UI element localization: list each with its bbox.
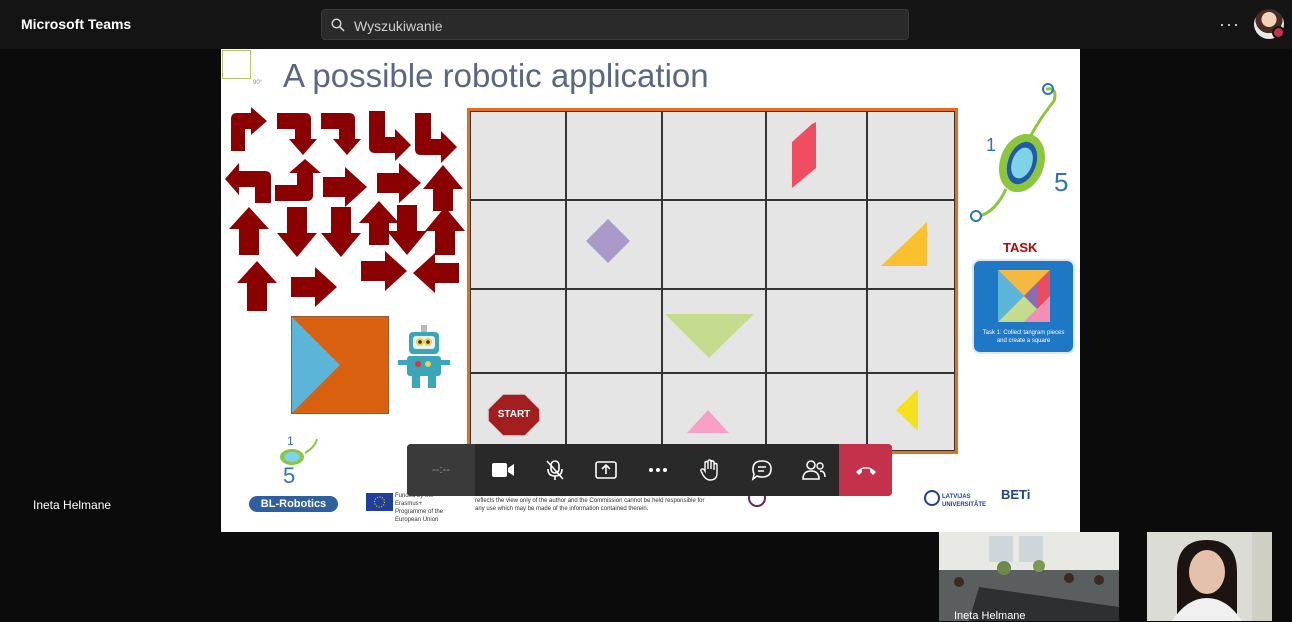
share-button[interactable]: [580, 444, 632, 496]
eu-funding-text: Funded by the Erasmus+ Programme of the …: [395, 493, 444, 523]
latvia-university-seal-icon: [924, 490, 940, 506]
participant-video-woman[interactable]: [1147, 532, 1272, 621]
red-parallelogram-shape: [792, 122, 816, 188]
bl-robotics-logo: BL-Robotics: [249, 496, 338, 512]
robot-icon: [398, 325, 450, 388]
arrow-turn-icon: [225, 163, 271, 203]
mic-button[interactable]: [529, 444, 581, 496]
mic-off-icon: [546, 460, 564, 480]
slide-title: A possible robotic application: [283, 57, 709, 94]
arrow-up-icon: [237, 261, 277, 311]
green-triangle-shape: [665, 314, 754, 358]
arrow-up-icon: [359, 201, 399, 245]
arrow-turn-icon: [369, 111, 411, 161]
participant-name-thumb: Ineta Helmane: [954, 610, 1026, 622]
hang-up-icon: [855, 467, 876, 475]
disclaimer-line-1: reflects the view only of the author and…: [475, 498, 705, 504]
camera-icon: [492, 463, 514, 477]
corner-mark: 90°: [253, 80, 263, 86]
chat-icon: [751, 460, 772, 481]
eu-flag-icon: [366, 493, 393, 511]
yellow-small-triangle-shape: [896, 389, 918, 431]
more-actions-button[interactable]: [632, 444, 684, 496]
partner-beti: BETi: [1001, 487, 1031, 502]
participant-name-main: Ineta Helmane: [33, 498, 112, 512]
participant-video-classroom[interactable]: [939, 532, 1119, 621]
task-card-text: Task 1: Collect tangram pieces and creat…: [982, 330, 1065, 344]
arrow-right-icon: [291, 267, 337, 307]
chat-button[interactable]: [736, 444, 788, 496]
people-button[interactable]: [788, 444, 840, 496]
arrow-up-icon: [229, 207, 269, 255]
numbers-robot-logo: 1 5: [970, 83, 1068, 222]
disclaimer-line-2: any use which may be made of the informa…: [475, 506, 649, 512]
arrow-down-icon: [321, 207, 361, 257]
arrow-right-icon: [361, 251, 407, 291]
arrow-turn-icon: [231, 107, 267, 151]
arrow-right-icon: [377, 163, 421, 203]
svg-text:1: 1: [986, 135, 996, 155]
yellow-triangle-shape: [881, 222, 927, 266]
tangram-square-icon: [998, 270, 1050, 322]
corner-box: [222, 50, 251, 79]
task-card: Task 1: Collect tangram pieces and creat…: [972, 259, 1075, 354]
purple-diamond-shape: [586, 219, 630, 263]
bl-robotics-mascot-icon: 1 5: [280, 435, 318, 488]
tangram-square: [291, 316, 389, 414]
search-input[interactable]: [352, 15, 896, 37]
search-icon: [331, 18, 345, 32]
people-icon: [802, 460, 826, 480]
arrow-turn-icon: [415, 113, 457, 163]
user-avatar[interactable]: [1254, 9, 1285, 39]
arrow-down-icon: [277, 207, 317, 257]
more-icon: [649, 468, 667, 472]
search-box[interactable]: [321, 9, 909, 40]
partner-latvia: LATVIJAS UNIVERSITĀTE: [942, 494, 987, 508]
start-label: START: [497, 409, 531, 420]
top-bar: Microsoft Teams ···: [0, 0, 1292, 49]
participant-scene: [1147, 532, 1272, 621]
svg-text:1: 1: [287, 435, 294, 448]
camera-button[interactable]: [477, 444, 529, 496]
raise-hand-button[interactable]: [684, 444, 736, 496]
arrow-left-icon: [413, 253, 459, 293]
pink-triangle-shape: [687, 410, 729, 433]
share-icon: [595, 461, 617, 479]
arrow-down-icon: [387, 205, 427, 255]
svg-text:5: 5: [1054, 167, 1068, 197]
arrow-right-icon: [323, 167, 367, 207]
call-timer: --:--: [407, 444, 475, 496]
classroom-scene: [939, 532, 1119, 621]
arrow-turn-icon: [321, 113, 361, 155]
app-title: Microsoft Teams: [21, 16, 132, 32]
task-label: TASK: [1003, 240, 1038, 255]
start-sign: START: [487, 393, 541, 437]
arrow-turn-icon: [275, 159, 321, 201]
arrow-up-icon: [423, 165, 463, 211]
raise-hand-icon: [700, 459, 718, 481]
arrow-pieces: [225, 107, 465, 311]
leave-call-button[interactable]: [839, 444, 892, 496]
more-options-button[interactable]: ···: [1219, 14, 1240, 35]
call-controls: --:--: [407, 444, 892, 496]
arrow-up-icon: [425, 207, 465, 255]
status-dot: [1272, 26, 1285, 39]
arrow-turn-icon: [277, 113, 317, 155]
svg-text:5: 5: [283, 463, 295, 488]
